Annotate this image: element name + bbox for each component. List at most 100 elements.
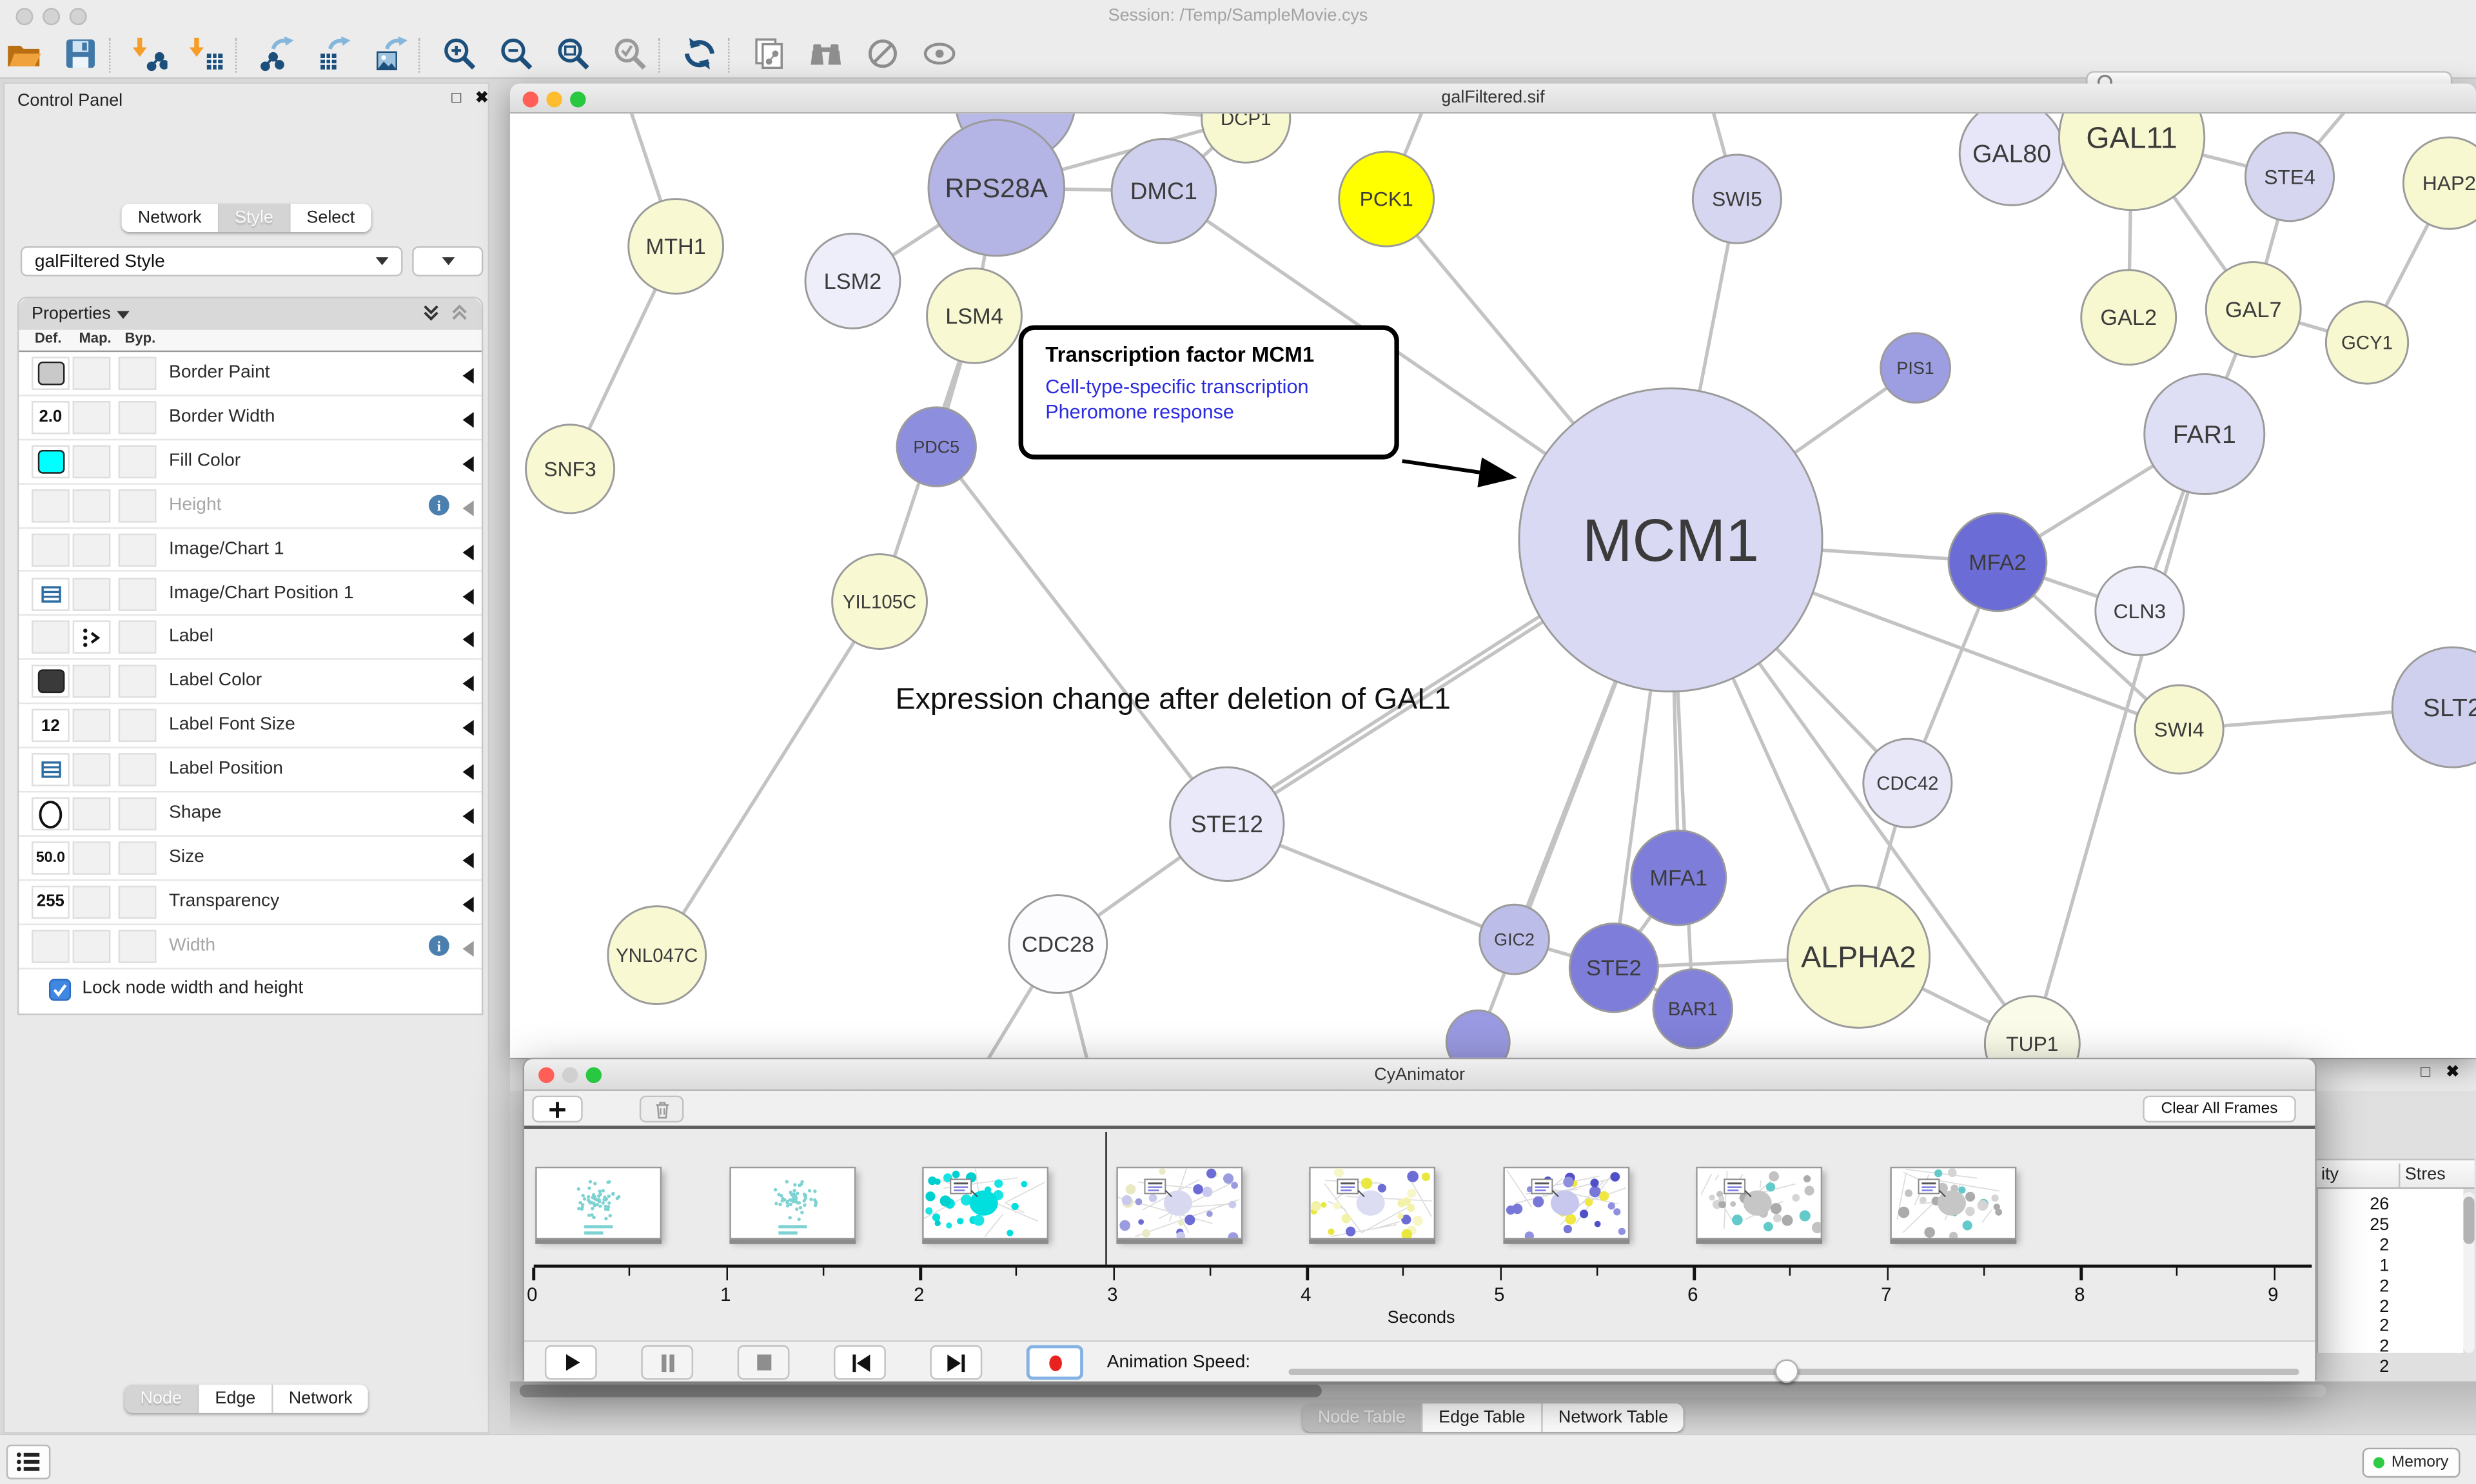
frame-thumbnail-4s[interactable] [1309, 1167, 1435, 1240]
expand-property-icon[interactable] [463, 852, 474, 868]
def-cell[interactable] [32, 797, 70, 830]
byp-cell[interactable] [119, 533, 157, 566]
network-node-mth1[interactable]: MTH1 [629, 199, 723, 294]
network-node-alpha2[interactable]: ALPHA2 [1787, 886, 1929, 1028]
property-row-image-chart-position-1[interactable]: Image/Chart Position 1 [19, 572, 482, 616]
byp-cell[interactable] [119, 445, 157, 478]
table-row[interactable]: 1 [2326, 1256, 2389, 1275]
frame-thumbnail-5s[interactable] [1502, 1167, 1629, 1240]
def-cell[interactable] [32, 753, 70, 786]
frame-thumbnail-6s[interactable] [1696, 1167, 1822, 1240]
property-row-label[interactable]: Label [19, 616, 482, 660]
map-cell[interactable] [73, 489, 111, 522]
def-cell[interactable] [32, 577, 70, 610]
network-node-ste2[interactable]: STE2 [1569, 924, 1658, 1012]
table-row[interactable]: 2 [2326, 1358, 2389, 1377]
map-cell[interactable] [73, 709, 111, 742]
map-cell[interactable] [73, 930, 111, 962]
zoom-in-icon[interactable] [442, 36, 480, 74]
property-row-border-width[interactable]: 2.0Border Width [19, 396, 482, 440]
tab-node[interactable]: Node [124, 1385, 199, 1413]
skip-to-start-button[interactable] [834, 1345, 886, 1380]
expand-property-icon[interactable] [463, 897, 474, 912]
table-row[interactable]: 2 [2326, 1276, 2389, 1295]
cyanimator-timeline[interactable]: 0123456789 Seconds [524, 1129, 2315, 1340]
network-node-rps28a[interactable]: RPS28A [928, 120, 1065, 256]
refresh-layout-icon[interactable] [682, 36, 720, 74]
def-cell[interactable] [32, 533, 70, 566]
def-cell[interactable] [32, 489, 70, 522]
network-node-cdc42[interactable]: CDC42 [1863, 739, 1952, 827]
network-node-lsm4[interactable]: LSM4 [927, 268, 1022, 363]
network-node-swi4[interactable]: SWI4 [2135, 685, 2223, 774]
table-horizontal-scrollbar[interactable] [520, 1385, 2326, 1398]
clear-all-frames-button[interactable]: Clear All Frames [2143, 1096, 2296, 1123]
def-cell[interactable]: 255 [32, 885, 70, 918]
network-node-mcm1[interactable]: MCM1 [1519, 388, 1822, 691]
network-node-gal7[interactable]: GAL7 [2206, 262, 2301, 357]
network-node-far1[interactable]: FAR1 [2145, 374, 2265, 494]
map-cell[interactable] [73, 356, 111, 389]
save-session-icon[interactable] [63, 36, 101, 74]
property-row-border-paint[interactable]: Border Paint [19, 352, 482, 396]
network-node-slt2[interactable]: SLT2 [2392, 647, 2476, 767]
network-node-swi5[interactable]: SWI5 [1693, 155, 1781, 243]
property-row-transparency[interactable]: 255Transparency [19, 881, 482, 924]
network-node-dcp1[interactable]: DCP1 [1202, 113, 1290, 162]
byp-cell[interactable] [119, 489, 157, 522]
property-row-fill-color[interactable]: Fill Color [19, 440, 482, 484]
hide-details-icon[interactable] [865, 36, 903, 74]
network-caption[interactable]: Expression change after deletion of GAL1 [896, 683, 1451, 718]
checkbox-checked-icon[interactable] [49, 979, 71, 1009]
open-session-icon[interactable] [6, 36, 44, 74]
float-panel-icon[interactable]: □ [2421, 1064, 2430, 1082]
byp-cell[interactable] [119, 930, 157, 962]
expand-property-icon[interactable] [463, 676, 474, 692]
property-row-width[interactable]: Widthi [19, 924, 482, 968]
map-cell[interactable] [73, 577, 111, 610]
table-row[interactable]: 25 [2326, 1215, 2389, 1234]
def-cell[interactable] [32, 930, 70, 962]
zoom-out-icon[interactable] [499, 36, 537, 74]
network-node-dmc1[interactable]: DMC1 [1112, 139, 1216, 244]
play-button[interactable] [545, 1345, 597, 1380]
byp-cell[interactable] [119, 621, 157, 654]
frame-thumbnail-1s[interactable] [729, 1167, 855, 1240]
byp-cell[interactable] [119, 841, 157, 874]
network-node-pck1[interactable]: PCK1 [1339, 151, 1434, 246]
tab-select[interactable]: Select [291, 204, 371, 232]
network-node-yil105c[interactable]: YIL105C [832, 554, 927, 649]
export-network-icon[interactable] [259, 36, 297, 74]
network-node-node-bottom[interactable] [1446, 1010, 1509, 1057]
tab-network-style[interactable]: Network [273, 1385, 368, 1413]
network-node-hap2[interactable]: HAP2 [2403, 137, 2476, 229]
network-node-gcy1[interactable]: GCY1 [2326, 302, 2408, 384]
tab-node-table[interactable]: Node Table [1302, 1403, 1422, 1432]
expand-property-icon[interactable] [463, 720, 474, 736]
map-cell[interactable] [73, 621, 111, 654]
network-node-mfa2[interactable]: MFA2 [1949, 513, 2047, 611]
property-row-label-color[interactable]: Label Color [19, 660, 482, 704]
def-cell[interactable]: 2.0 [32, 401, 70, 434]
slider-handle[interactable] [1774, 1360, 1798, 1383]
frame-thumbnail-2s[interactable] [922, 1167, 1048, 1240]
tab-style[interactable]: Style [219, 204, 291, 232]
table-row[interactable]: 26 [2326, 1195, 2389, 1214]
network-node-cdc28[interactable]: CDC28 [1009, 895, 1107, 993]
map-cell[interactable] [73, 841, 111, 874]
search-network-icon[interactable] [809, 36, 847, 74]
close-panel-icon[interactable]: ✖ [475, 90, 489, 108]
import-table-icon[interactable] [190, 36, 228, 74]
byp-cell[interactable] [119, 885, 157, 918]
tab-edge[interactable]: Edge [199, 1385, 273, 1413]
byp-cell[interactable] [119, 665, 157, 698]
pause-button[interactable] [641, 1345, 693, 1380]
network-node-snf3[interactable]: SNF3 [526, 425, 614, 513]
network-node-gic2[interactable]: GIC2 [1480, 904, 1549, 974]
expand-property-icon[interactable] [463, 544, 474, 560]
tab-edge-table[interactable]: Edge Table [1423, 1403, 1543, 1432]
frame-thumbnail-3s[interactable] [1115, 1167, 1242, 1240]
network-node-ynl047c[interactable]: YNL047C [608, 906, 706, 1004]
export-table-icon[interactable] [316, 36, 354, 74]
zoom-fit-icon[interactable] [556, 36, 594, 74]
